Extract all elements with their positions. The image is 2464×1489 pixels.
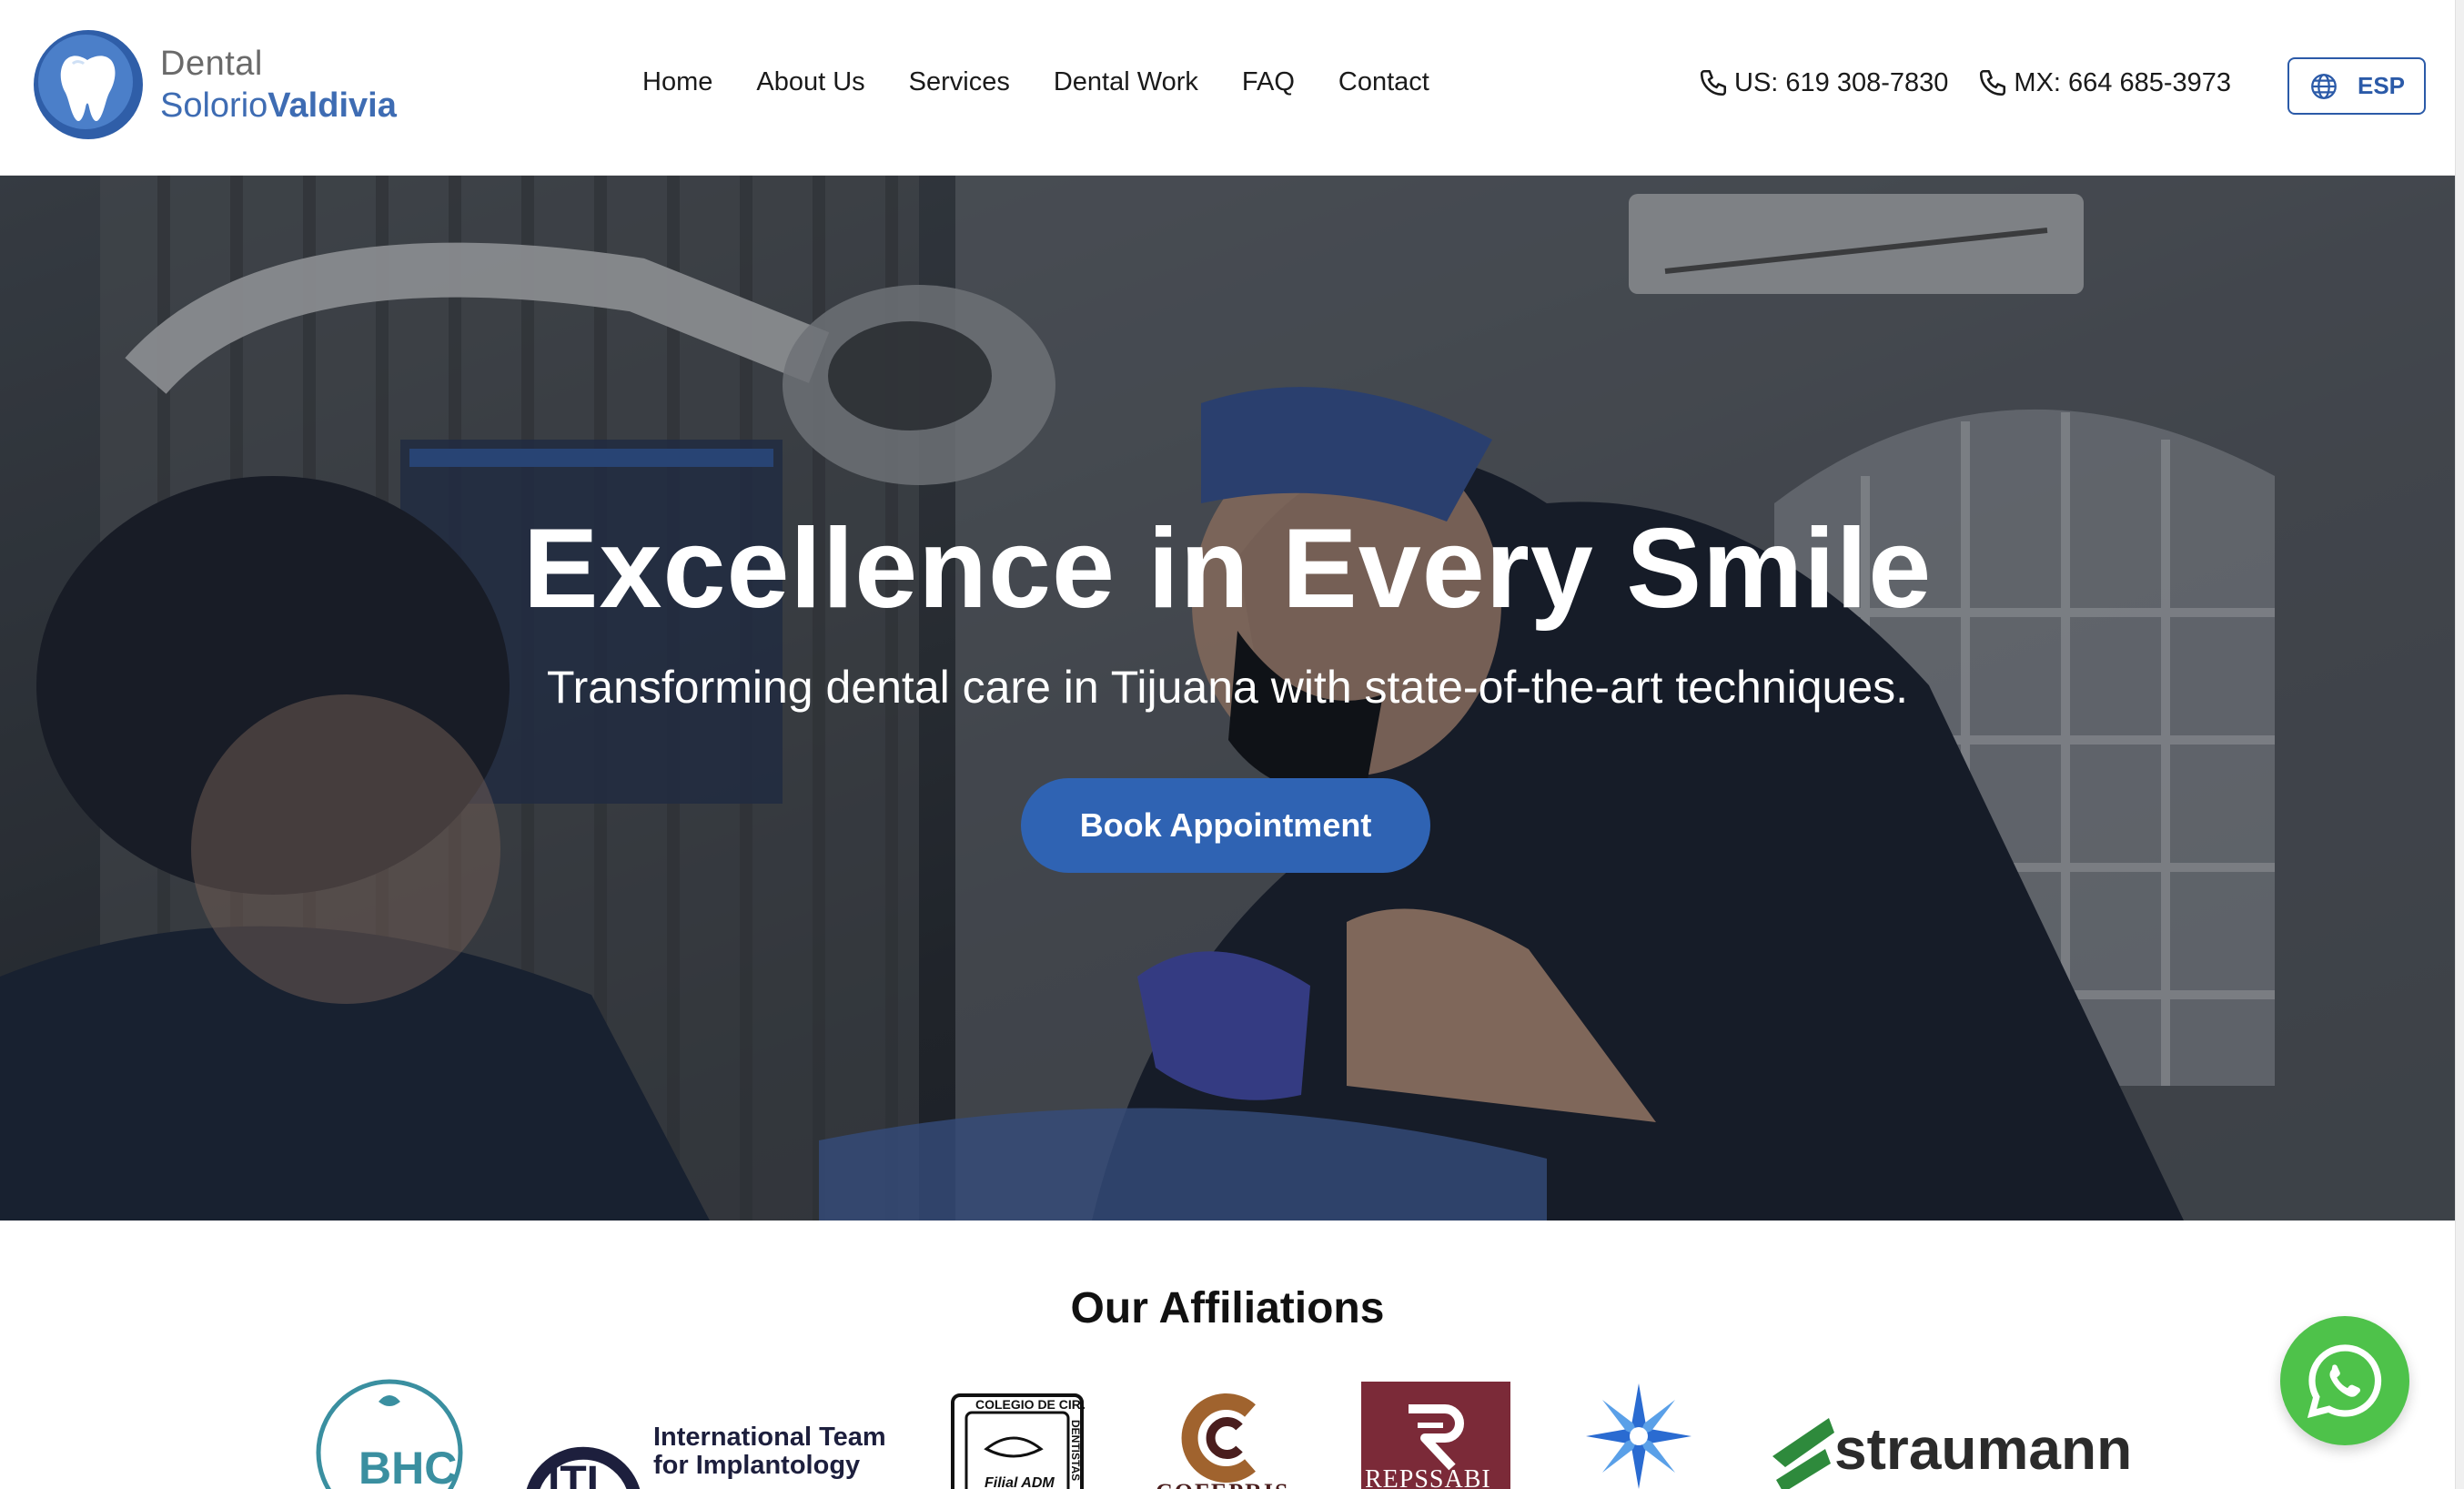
colegio-cirujanos-logo[interactable]: COLEGIO DE CIRUJANOS DENTISTAS Filial AD… bbox=[950, 1393, 1085, 1489]
language-toggle-button[interactable]: ESP bbox=[2287, 57, 2426, 115]
straumann-logo[interactable]: straumann bbox=[1765, 1402, 2147, 1489]
repssabi-text: REPSSABI bbox=[1365, 1465, 1491, 1489]
logo-word-name: SolorioValdivia bbox=[160, 86, 397, 125]
iti-mark-icon: ITI bbox=[526, 1446, 641, 1489]
straumann-text: straumann bbox=[1834, 1416, 2132, 1482]
hero-content: Excellence in Every Smile Transforming d… bbox=[0, 176, 2455, 1221]
nav-home[interactable]: Home bbox=[642, 67, 712, 97]
colegio-side-text: DENTISTAS bbox=[1069, 1420, 1082, 1481]
hero-section: Excellence in Every Smile Transforming d… bbox=[0, 176, 2455, 1221]
iti-name-line2: for Implantology bbox=[653, 1451, 861, 1480]
phone-icon bbox=[1700, 69, 1727, 96]
colegio-bottom-text: Filial ADM bbox=[985, 1475, 1055, 1489]
tooth-logo-icon bbox=[34, 30, 143, 139]
site-logo[interactable]: Dental SolorioValdivia bbox=[31, 27, 397, 142]
cofepris-logo[interactable]: COFEPRIS bbox=[1148, 1393, 1303, 1489]
logo-word-dental: Dental bbox=[160, 45, 263, 83]
globe-icon bbox=[2311, 73, 2337, 99]
hero-title: Excellence in Every Smile bbox=[522, 506, 1933, 632]
iti-logo[interactable]: ITI International Team for Implantology bbox=[526, 1396, 890, 1489]
hero-subtitle: Transforming dental care in Tijuana with… bbox=[546, 662, 1909, 713]
page-scrollbar[interactable] bbox=[2455, 0, 2464, 1489]
book-appointment-button[interactable]: Book Appointment bbox=[1021, 778, 1430, 873]
phone-us-text: US: 619 308-7830 bbox=[1734, 67, 1949, 97]
nav-about-us[interactable]: About Us bbox=[756, 67, 864, 97]
phone-mx-text: MX: 664 685-3973 bbox=[2014, 67, 2232, 97]
phone-us[interactable]: US: 619 308-7830 bbox=[1698, 67, 1948, 98]
bhc-logo-text: BHC bbox=[358, 1443, 457, 1489]
cofepris-text: COFEPRIS bbox=[1156, 1479, 1289, 1489]
whatsapp-icon bbox=[2307, 1344, 2382, 1419]
nav-dental-work[interactable]: Dental Work bbox=[1054, 67, 1198, 97]
bhc-logo[interactable]: BHC bbox=[313, 1374, 468, 1489]
main-nav: Home About Us Services Dental Work FAQ C… bbox=[642, 67, 1429, 97]
affiliations-title: Our Affiliations bbox=[1070, 1284, 1385, 1332]
star-flower-logo[interactable] bbox=[1581, 1382, 1696, 1489]
nav-faq[interactable]: FAQ bbox=[1242, 67, 1295, 97]
language-label: ESP bbox=[2357, 72, 2406, 99]
whatsapp-chat-button[interactable] bbox=[2280, 1316, 2409, 1445]
phone-mx[interactable]: MX: 664 685-3973 bbox=[1977, 67, 2231, 98]
affiliations-logos: BHC ITI International Team for Implantol… bbox=[0, 1374, 2455, 1489]
phone-icon bbox=[1980, 69, 2006, 96]
nav-contact[interactable]: Contact bbox=[1338, 67, 1429, 97]
colegio-top-text: COLEGIO DE CIRUJANOS bbox=[975, 1397, 1085, 1412]
contact-phones: US: 619 308-7830 MX: 664 685-3973 bbox=[1698, 67, 2231, 98]
iti-mark-text: ITI bbox=[548, 1458, 599, 1489]
repssabi-logo[interactable]: REPSSABI bbox=[1361, 1382, 1510, 1489]
iti-name-line1: International Team bbox=[653, 1423, 886, 1452]
site-header: Dental SolorioValdivia Home About Us Ser… bbox=[0, 0, 2455, 176]
nav-services[interactable]: Services bbox=[909, 67, 1010, 97]
